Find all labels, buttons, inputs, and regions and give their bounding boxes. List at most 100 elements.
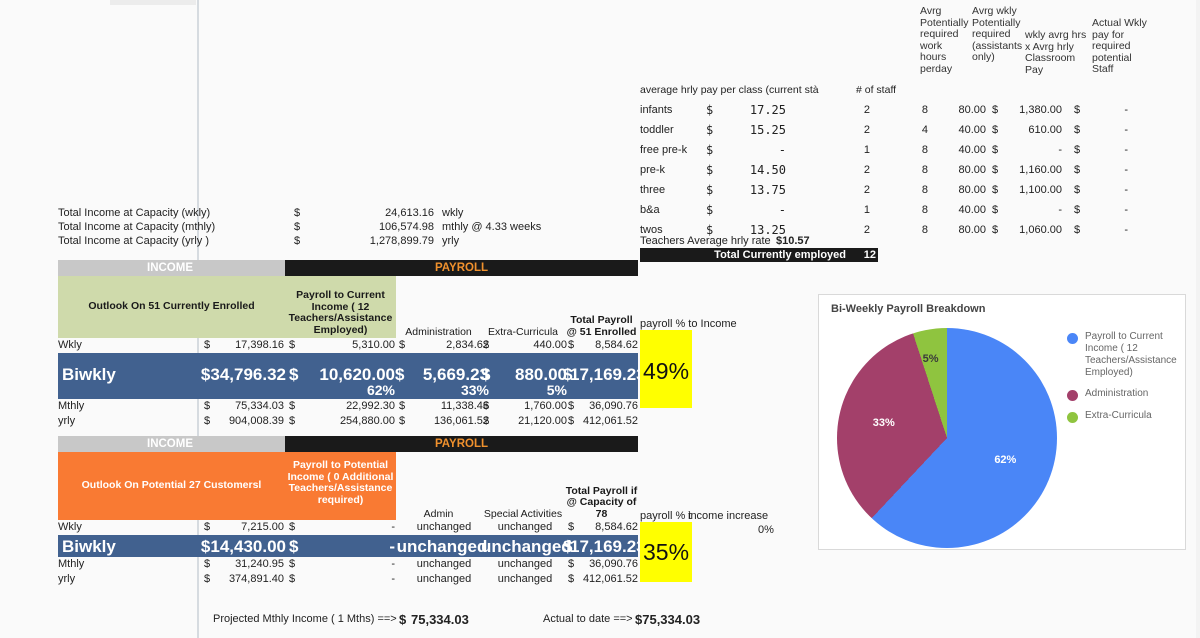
capacity-row: Total Income at Capacity (mthly) $106,574… [58, 220, 578, 234]
admin-percent: 33% [460, 382, 489, 398]
legend-item[interactable]: Administration [1067, 388, 1183, 401]
income-symbol: $ [204, 573, 211, 585]
wkly-potential-hours: 80.00 [958, 164, 986, 176]
row-label-biwkly: Biwkly [62, 365, 116, 384]
col-header-classroom-pay: wkly avrg hrs x Avrg hrly Classroom Pay [1025, 29, 1087, 76]
work-hours-per-day: 8 [921, 204, 928, 216]
classroom-pay-symbol: $ [992, 184, 999, 196]
classroom-pay-symbol: $ [992, 224, 999, 236]
legend-color-dot [1067, 390, 1078, 401]
total-value: 412,061.52 [582, 573, 638, 585]
row-label: Wkly [58, 521, 82, 533]
payroll-value: - [389, 537, 395, 556]
staff-rows-container: infants $17.25 2 8 80.00 $1,380.00 $ - toddler $1… [640, 100, 1190, 240]
legend-label: Administration [1085, 388, 1149, 399]
class-name: three [640, 184, 666, 196]
actual-pay: - [1124, 204, 1128, 216]
income-value: $14,430.00 [200, 537, 286, 556]
income-value: 904,008.39 [228, 415, 284, 427]
capacity-row: Total Income at Capacity (yrly ) $1,278,8… [58, 234, 578, 248]
band-gap [197, 260, 285, 276]
projected-mthly-income-label: Projected Mthly Income ( 1 Mths) ==> [213, 613, 397, 625]
col-header-avg-wkly-potential: Avrg wkly Potentially required (assistan… [972, 5, 1023, 63]
wkly-potential-hours: 80.00 [958, 224, 986, 236]
wkly-potential-hours: 40.00 [958, 124, 986, 136]
classroom-pay: 1,060.00 [1019, 224, 1062, 236]
legend-item[interactable]: Extra-Curricula [1067, 410, 1183, 423]
income-value: 374,891.40 [228, 573, 284, 585]
classroom-pay: - [1058, 144, 1062, 156]
pie-chart [837, 328, 1057, 548]
class-name: pre-k [640, 164, 666, 176]
header-outlook-potential: Outlook On Potential 27 Customersl [58, 452, 285, 520]
row-label: yrly [58, 573, 76, 585]
rate-symbol: $ [706, 163, 714, 177]
total-symbol: $ [568, 558, 575, 570]
table-row: yrly $374,891.40 $ - unchanged unchanged $412,… [58, 572, 638, 587]
spreadsheet-canvas: Avrg Potentially required work hours per… [0, 0, 1200, 638]
header-admin: Admin [423, 507, 454, 520]
header-payroll-to-current-income: Payroll to Current Income ( 12 Teachers/… [285, 276, 396, 338]
payroll-pct-current-highlight: 49% [640, 330, 692, 408]
capacity-value: 1,278,899.79 [369, 235, 434, 247]
payroll-value: 254,880.00 [339, 415, 395, 427]
pie-slice-label: 33% [872, 417, 895, 430]
admin-symbol: $ [399, 415, 406, 427]
total-value: 8,584.62 [595, 339, 638, 351]
staff-count: 2 [863, 124, 870, 136]
header-payroll-to-potential-income: Payroll to Potential Income ( 0 Addition… [285, 452, 396, 520]
staff-table-row: toddler $15.25 2 4 40.00 $610.00 $ - [640, 120, 1190, 140]
legend-item[interactable]: Payroll to Current Income ( 12 Teachers/… [1067, 331, 1183, 379]
class-name: toddler [640, 124, 674, 136]
hourly-rate: 17.25 [749, 103, 786, 117]
actual-pay: - [1124, 184, 1128, 196]
class-name: b&a [640, 204, 660, 216]
extra-value: 1,760.00 [524, 400, 567, 412]
total-symbol: $ [568, 573, 575, 585]
income-value: 31,240.95 [235, 558, 284, 570]
payroll-value: - [391, 573, 395, 585]
staff-table-row: infants $17.25 2 8 80.00 $1,380.00 $ - [640, 100, 1190, 120]
payroll-symbol: $ [289, 339, 296, 351]
classroom-pay: - [1058, 204, 1062, 216]
avg-hrly-rate-value: $10.57 [776, 235, 810, 247]
hourly-rate: 15.25 [749, 123, 786, 137]
table-row: Mthly $31,240.95 $ - unchanged unchanged $36,0… [58, 557, 638, 572]
legend-color-dot [1067, 412, 1078, 423]
rate-symbol: $ [706, 183, 714, 197]
actual-pay-symbol: $ [1074, 204, 1081, 216]
actual-to-date-value: $75,334.03 [635, 612, 701, 627]
capacity-value: 106,574.98 [378, 221, 434, 233]
actual-pay: - [1124, 144, 1128, 156]
actual-pay-symbol: $ [1074, 164, 1081, 176]
pie-slice-label: 5% [922, 352, 939, 365]
admin-value: unchanged [416, 558, 472, 570]
capacity-label: Total Income at Capacity (yrly ) [58, 235, 209, 247]
admin-value: 11,338.46 [440, 400, 489, 412]
total-employed-label: Total Currently employed [714, 249, 846, 261]
capacity-note: yrly [442, 235, 460, 247]
header-row-potential: Outlook On Potential 27 Customersl Payro… [58, 452, 638, 520]
admin-value: unchanged [396, 537, 488, 556]
staff-count: 2 [863, 164, 870, 176]
actual-pay: - [1124, 224, 1128, 236]
capacity-symbol: $ [294, 235, 301, 247]
extra-symbol: $ [483, 339, 490, 351]
extra-symbol: $ [483, 415, 490, 427]
income-symbol: $ [204, 415, 211, 427]
payroll-symbol: $ [289, 573, 296, 585]
payroll-percent: 62% [366, 382, 395, 398]
special-value: unchanged [497, 573, 553, 585]
table-row-highlight: Biwkly $14,430.00 $ - unchanged unchanged $17,… [58, 535, 646, 557]
total-symbol: $ [568, 400, 575, 412]
staff-count: 2 [863, 104, 870, 116]
income-symbol: $ [204, 339, 211, 351]
row-label: Wkly [58, 339, 82, 351]
total-value: 8,584.62 [595, 521, 638, 533]
header-total-payroll-current: Total Payroll @ 51 Enrolled [566, 314, 637, 338]
actual-pay: - [1124, 104, 1128, 116]
income-symbol: $ [204, 558, 211, 570]
extra-value: 440.00 [533, 339, 567, 351]
total-value: 17,169.23 [570, 365, 646, 384]
staff-count: 2 [863, 224, 870, 236]
